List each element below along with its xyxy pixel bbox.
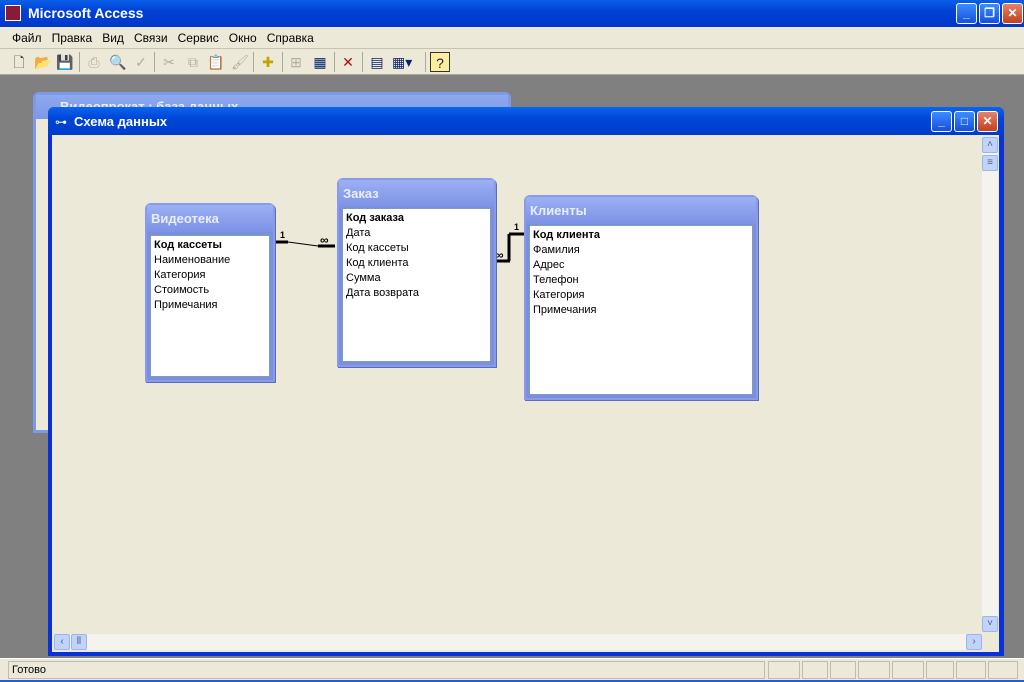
field-item[interactable]: Код заказа: [346, 211, 487, 226]
scroll-left-button[interactable]: ‹: [54, 634, 70, 650]
relationships-window: Схема данных ⊶ _ □ ✕ 1 ∞ ∞ 1 Видеотека К…: [48, 107, 1004, 656]
status-bar: Готово: [0, 658, 1024, 680]
field-item[interactable]: Адрес: [533, 258, 749, 273]
field-list[interactable]: Код кассеты Наименование Категория Стоим…: [150, 235, 270, 377]
menu-window[interactable]: Окно: [229, 31, 257, 45]
menu-help[interactable]: Справка: [267, 31, 314, 45]
rel2-many-label: ∞: [495, 248, 504, 262]
relationships-title-bar[interactable]: Схема данных: [48, 107, 1004, 135]
minimize-button[interactable]: _: [956, 3, 977, 24]
field-list[interactable]: Код клиента Фамилия Адрес Телефон Катего…: [529, 225, 753, 395]
rel2-one-label: 1: [514, 222, 519, 232]
open-icon[interactable]: 📂: [33, 52, 53, 72]
spelling-icon[interactable]: ✓: [131, 52, 151, 72]
cut-icon[interactable]: ✂: [159, 52, 179, 72]
status-cell: [926, 661, 954, 679]
close-button[interactable]: ✕: [1002, 3, 1023, 24]
menu-file[interactable]: Файл: [12, 31, 42, 45]
new-object-icon[interactable]: ▦▾: [392, 52, 412, 72]
format-painter-icon[interactable]: 🖌: [230, 52, 250, 72]
field-item[interactable]: Дата: [346, 226, 487, 241]
status-cell: [830, 661, 856, 679]
relationships-icon: ⊶: [55, 115, 67, 129]
scroll-down-button[interactable]: ˅: [982, 616, 998, 632]
paste-icon[interactable]: 📋: [206, 52, 226, 72]
toolbar: 🗋 📂 💾 ⎙ 🔍 ✓ ✂ ⧉ 📋 🖌 ✚ ⊞ ▦ ✕ ▤ ▦▾ ?: [0, 49, 1024, 75]
window-maximize-button[interactable]: □: [954, 111, 975, 132]
print-icon[interactable]: ⎙: [84, 52, 104, 72]
field-item[interactable]: Фамилия: [533, 243, 749, 258]
field-item[interactable]: Стоимость: [154, 283, 266, 298]
scroll-right-button[interactable]: ›: [966, 634, 982, 650]
field-item[interactable]: Телефон: [533, 273, 749, 288]
menu-relationships[interactable]: Связи: [134, 31, 168, 45]
menu-edit[interactable]: Правка: [52, 31, 93, 45]
field-item[interactable]: Категория: [533, 288, 749, 303]
status-cell: [956, 661, 986, 679]
field-item[interactable]: Примечания: [533, 303, 749, 318]
status-cell: [858, 661, 890, 679]
status-text: Готово: [8, 661, 765, 679]
status-cell: [988, 661, 1018, 679]
vertical-scroll-thumb[interactable]: ≡: [982, 155, 998, 171]
table-title[interactable]: Видеотека: [147, 205, 273, 232]
field-item[interactable]: Сумма: [346, 271, 487, 286]
table-title[interactable]: Клиенты: [526, 197, 756, 224]
save-icon[interactable]: 💾: [55, 52, 75, 72]
window-minimize-button[interactable]: _: [931, 111, 952, 132]
vertical-scrollbar[interactable]: ˄ ≡ ˅: [982, 137, 998, 632]
all-relationships-icon[interactable]: ▦: [310, 52, 330, 72]
horizontal-scrollbar[interactable]: ‹ ⦀ ›: [54, 634, 982, 650]
copy-icon[interactable]: ⧉: [183, 52, 203, 72]
relationship-line-1: [287, 241, 319, 247]
menu-tools[interactable]: Сервис: [178, 31, 219, 45]
app-title-bar[interactable]: Microsoft Access: [0, 0, 1024, 27]
access-key-icon[interactable]: [5, 5, 21, 21]
direct-relationships-icon[interactable]: ⊞: [286, 52, 306, 72]
menu-view[interactable]: Вид: [102, 31, 124, 45]
rel1-many-label: ∞: [320, 233, 329, 247]
show-table-icon[interactable]: ✚: [258, 52, 278, 72]
field-item[interactable]: Дата возврата: [346, 286, 487, 301]
field-item[interactable]: Код кассеты: [154, 238, 266, 253]
status-cell: [802, 661, 828, 679]
relationships-title: Схема данных: [74, 114, 168, 129]
field-list[interactable]: Код заказа Дата Код кассеты Код клиента …: [342, 208, 491, 362]
status-cell: [768, 661, 800, 679]
status-cell: [892, 661, 924, 679]
new-icon[interactable]: 🗋: [9, 52, 29, 72]
scroll-up-button[interactable]: ˄: [982, 137, 998, 153]
app-title: Microsoft Access: [28, 5, 144, 21]
print-preview-icon[interactable]: 🔍: [108, 52, 128, 72]
restore-button[interactable]: ❐: [979, 3, 1000, 24]
table-title[interactable]: Заказ: [339, 180, 494, 207]
field-item[interactable]: Наименование: [154, 253, 266, 268]
delete-icon[interactable]: ✕: [338, 52, 358, 72]
horizontal-scroll-thumb[interactable]: ⦀: [71, 634, 87, 650]
help-icon[interactable]: ?: [430, 52, 450, 72]
rel1-one-label: 1: [280, 230, 285, 240]
field-item[interactable]: Категория: [154, 268, 266, 283]
relationships-canvas: 1 ∞ ∞ 1 Видеотека Код кассеты Наименован…: [52, 135, 999, 652]
field-item[interactable]: Примечания: [154, 298, 266, 313]
field-item[interactable]: Код клиента: [346, 256, 487, 271]
table-zakaz[interactable]: Заказ Код заказа Дата Код кассеты Код кл…: [337, 178, 496, 367]
table-videoteka[interactable]: Видеотека Код кассеты Наименование Катег…: [145, 203, 275, 382]
field-item[interactable]: Код кассеты: [346, 241, 487, 256]
menu-bar: Файл Правка Вид Связи Сервис Окно Справк…: [0, 27, 1024, 49]
database-window-icon[interactable]: ▤: [367, 52, 387, 72]
window-close-button[interactable]: ✕: [977, 111, 998, 132]
table-klienty[interactable]: Клиенты Код клиента Фамилия Адрес Телефо…: [524, 195, 758, 400]
field-item[interactable]: Код клиента: [533, 228, 749, 243]
